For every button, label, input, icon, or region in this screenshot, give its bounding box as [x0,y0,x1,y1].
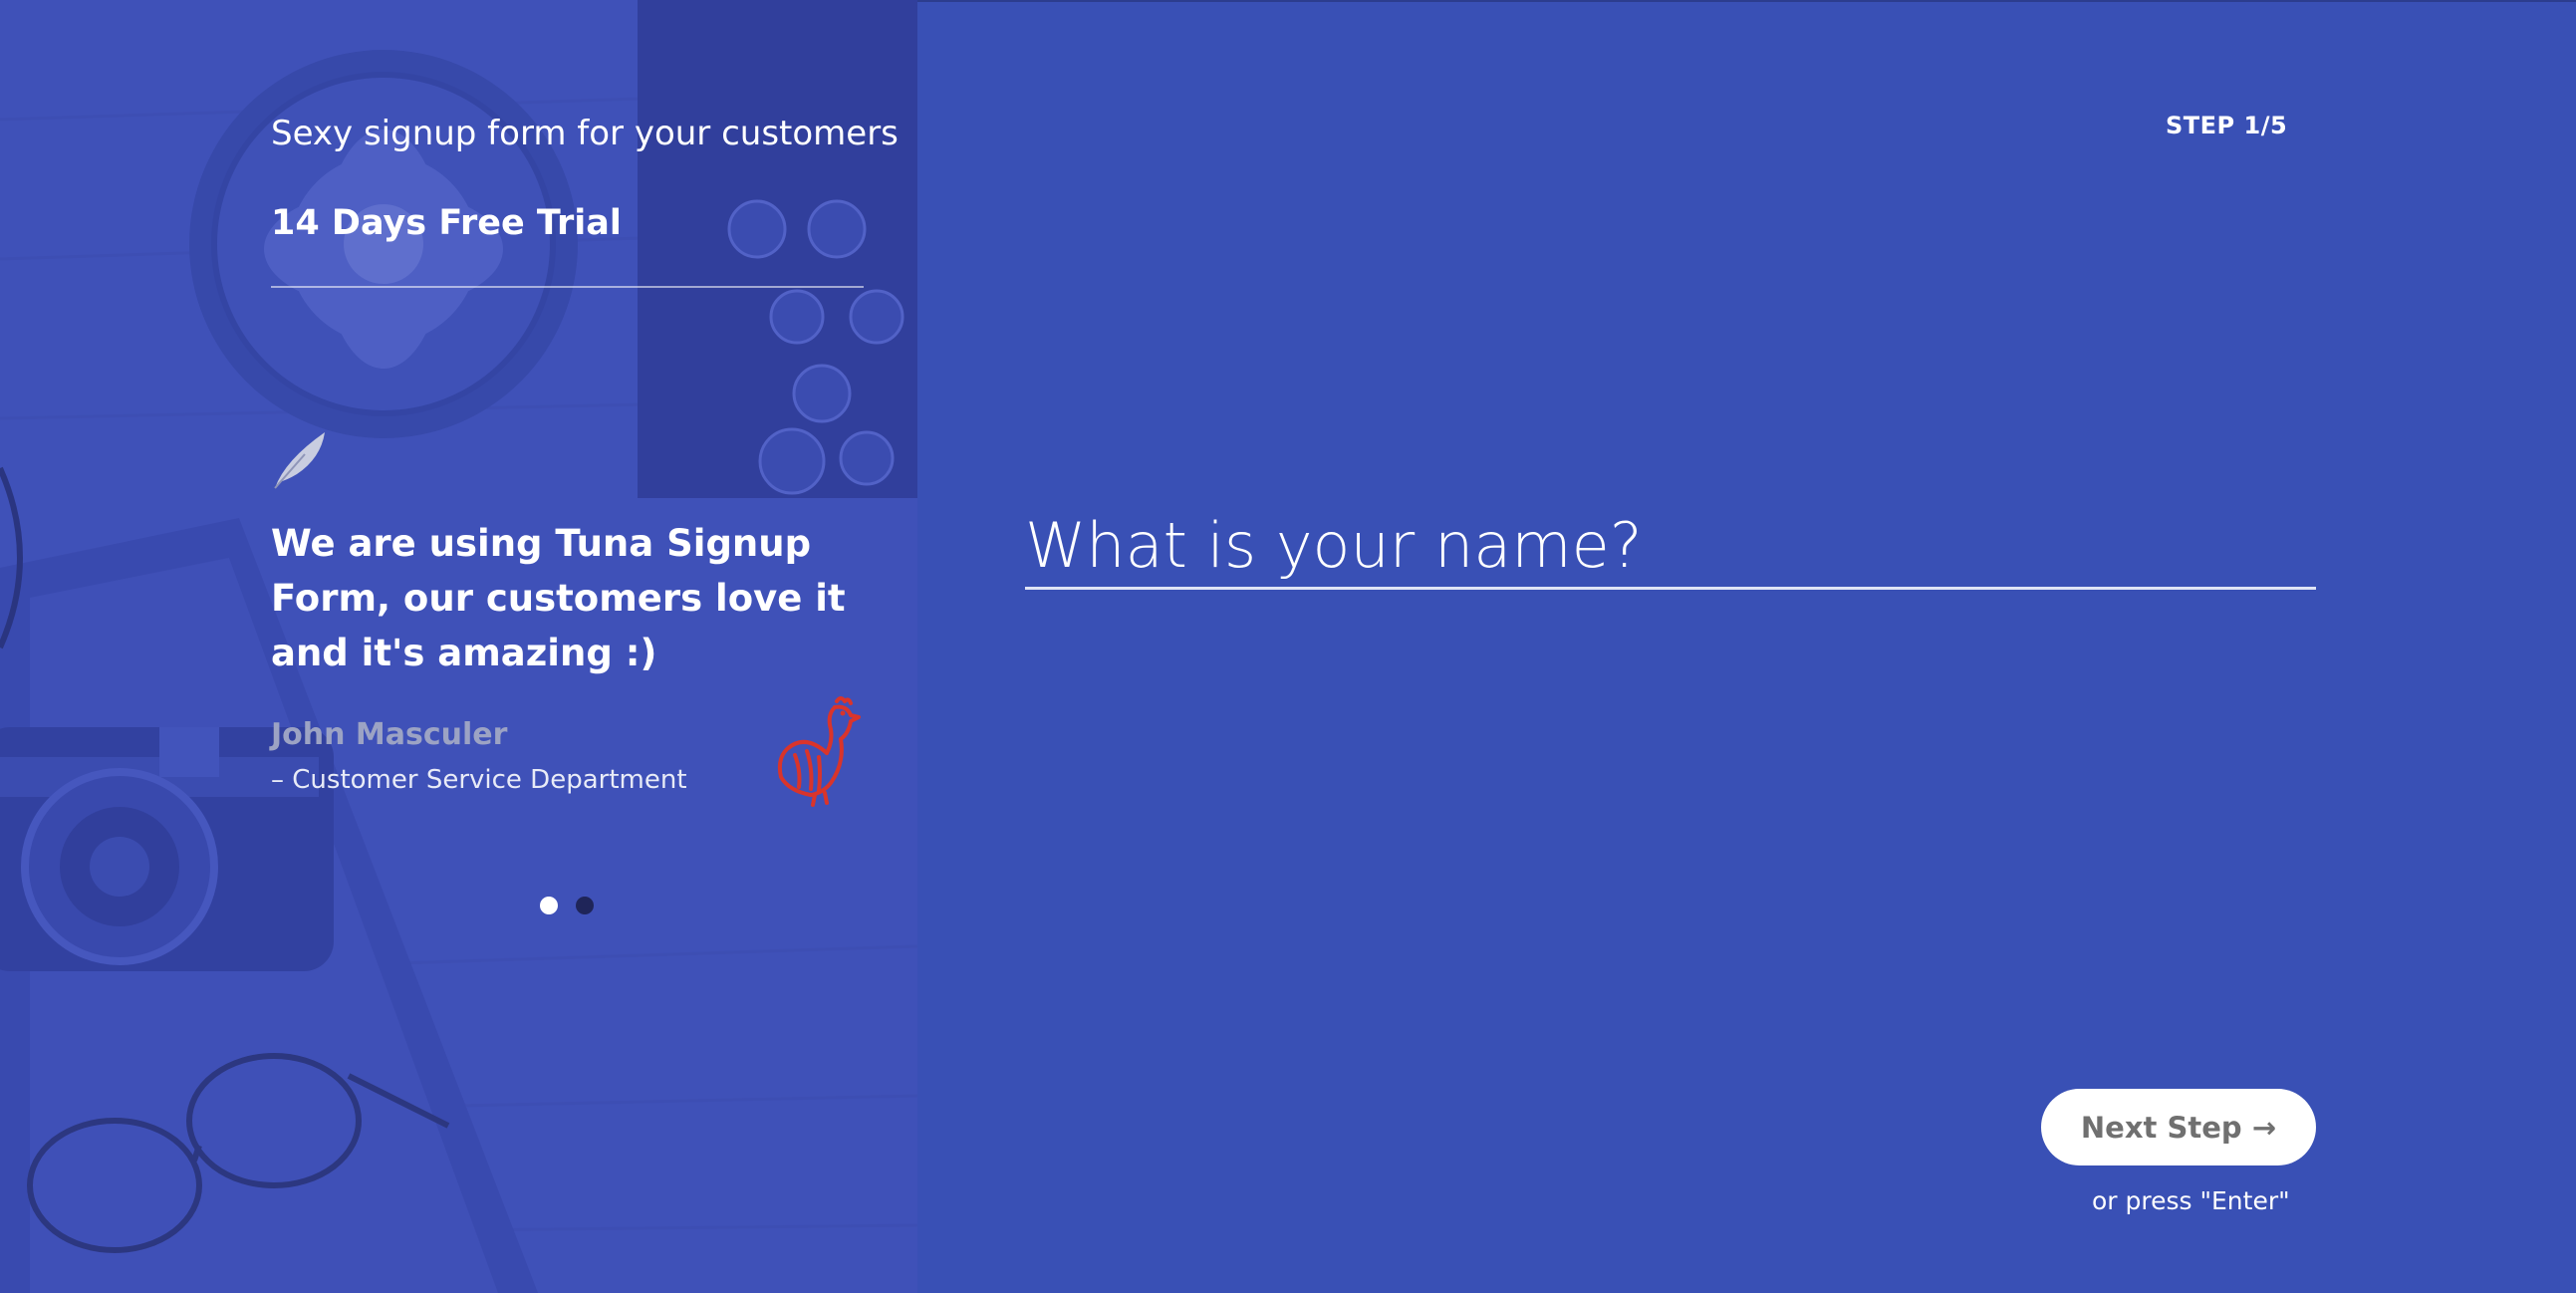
testimonial-quote: We are using Tuna Signup Form, our custo… [271,522,846,674]
testimonial-panel: Sexy signup form for your customers 14 D… [0,0,917,1293]
free-trial-heading: 14 Days Free Trial [271,203,622,243]
next-step-button[interactable]: Next Step → [2041,1089,2316,1165]
quill-feather-icon [274,432,325,489]
rooster-icon [777,696,861,807]
tagline: Sexy signup form for your customers [271,114,899,153]
name-input[interactable] [1025,504,2316,590]
testimonial-author: John Masculer [271,717,508,752]
carousel-dot-2[interactable] [576,897,594,914]
divider [271,286,864,288]
testimonial-department: – Customer Service Department [271,765,687,795]
step-indicator: STEP 1/5 [2166,112,2288,139]
signup-page: Sexy signup form for your customers 14 D… [0,0,2576,1293]
enter-hint: or press "Enter" [2092,1186,2290,1215]
carousel-dot-1[interactable] [540,897,558,914]
